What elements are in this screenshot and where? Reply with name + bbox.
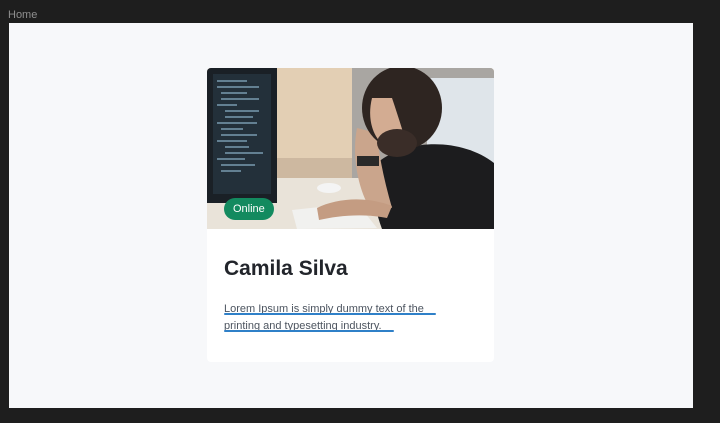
- home-frame: Online Camila Silva Lorem Ipsum is simpl…: [9, 23, 693, 408]
- profile-photo: Online: [207, 68, 494, 229]
- status-badge: Online: [224, 198, 274, 220]
- card-title: Camila Silva: [224, 257, 348, 280]
- annotation-underline-line-2: [224, 330, 394, 332]
- annotation-underline-line-1: [224, 313, 436, 315]
- profile-card: Online Camila Silva Lorem Ipsum is simpl…: [207, 68, 494, 362]
- frame-label[interactable]: Home: [8, 8, 37, 22]
